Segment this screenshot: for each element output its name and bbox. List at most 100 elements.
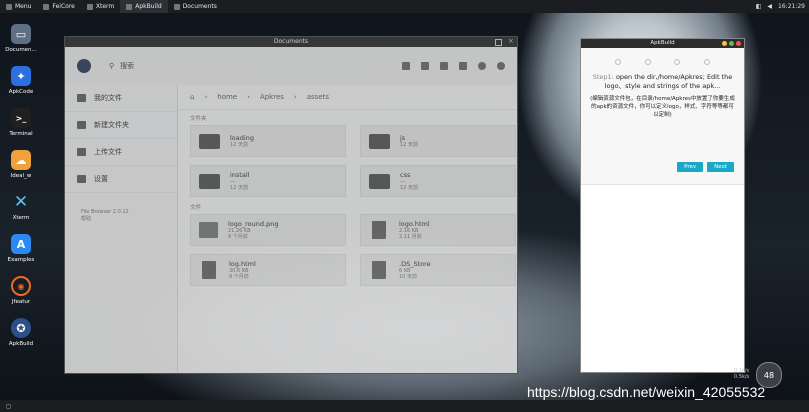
next-button[interactable]: Next bbox=[707, 162, 734, 172]
menu-button[interactable]: Menu bbox=[0, 0, 37, 13]
file-card[interactable]: logo_round.png 21.26 KB 9 个月前 bbox=[190, 214, 346, 246]
minimize-icon[interactable] bbox=[722, 41, 727, 46]
download-icon[interactable] bbox=[440, 62, 448, 70]
close-icon[interactable]: × bbox=[508, 38, 514, 45]
view-icon[interactable] bbox=[421, 62, 429, 70]
desktop-app[interactable]: A Examples bbox=[4, 234, 38, 263]
file-card[interactable]: .DS_Store 6 KB 10 天前 bbox=[360, 254, 516, 286]
desktop-app[interactable]: ✦ ApkCode bbox=[4, 66, 38, 95]
select-icon[interactable] bbox=[497, 62, 505, 70]
apkbuild-titlebar[interactable]: ApkBuild bbox=[581, 39, 744, 48]
maximize-icon[interactable] bbox=[495, 39, 502, 46]
folder-grid: loading 12 天前 js 12 天前 install —12 天前 css —1… bbox=[178, 122, 517, 197]
sidebar-item-settings[interactable]: 设置 bbox=[65, 166, 177, 193]
desktop-app-label: Terminal bbox=[9, 131, 33, 137]
new-folder-icon bbox=[77, 121, 86, 129]
apkcode-icon: ✦ bbox=[11, 66, 31, 86]
files-heading: 文件 bbox=[190, 205, 202, 211]
file-listing: ⌂ › home › Apkres › assets 文件夹 loading 12 天前… bbox=[178, 85, 517, 373]
show-desktop-icon[interactable]: ◻ bbox=[0, 403, 11, 410]
desktop-app-label: Documen... bbox=[5, 47, 37, 53]
item-time: 10 天前 bbox=[399, 274, 417, 280]
sidebar-item-label: 我的文件 bbox=[94, 94, 122, 102]
sidebar-meta: File Browser 2.0.12 帮助 bbox=[65, 193, 177, 223]
desktop-app[interactable]: ☁ Ideal_w bbox=[4, 150, 38, 179]
desktop-app[interactable]: ◉ Jfeatur bbox=[4, 276, 38, 305]
item-name: js bbox=[400, 134, 406, 142]
sidebar-item-new-folder[interactable]: 新建文件夹 bbox=[65, 112, 177, 139]
help-link[interactable]: 帮助 bbox=[81, 216, 177, 223]
window-title: ApkBuild bbox=[650, 40, 675, 46]
desktop-app[interactable]: >_ Terminal bbox=[4, 108, 38, 137]
task-xterm[interactable]: Xterm bbox=[81, 0, 120, 13]
clock[interactable]: 16:21:29 bbox=[778, 3, 805, 10]
folders-heading: 文件夹 bbox=[190, 116, 207, 122]
close-icon[interactable] bbox=[736, 41, 741, 46]
x-icon: ✕ bbox=[13, 192, 29, 212]
apkbuild-window: ApkBuild Step1: open the dir,/home/Apkre… bbox=[580, 38, 745, 373]
bottom-panel: ◻ bbox=[0, 400, 809, 412]
version-text: File Browser 2.0.12 bbox=[81, 209, 129, 215]
step-label: Step1: bbox=[592, 73, 614, 81]
folder-card[interactable]: css —12 天前 bbox=[360, 165, 516, 197]
task-label: ApkBuild bbox=[135, 3, 162, 10]
documents-titlebar[interactable]: Documents × bbox=[65, 37, 517, 47]
task-documents[interactable]: Documents bbox=[168, 0, 223, 13]
breadcrumb: ⌂ › home › Apkres › assets bbox=[178, 85, 517, 110]
breadcrumb-item[interactable]: assets bbox=[307, 93, 329, 101]
task-apkbuild[interactable]: ApkBuild bbox=[120, 0, 168, 13]
window-controls bbox=[722, 41, 741, 46]
toolbar-actions bbox=[402, 62, 505, 70]
folder-icon bbox=[369, 133, 390, 149]
sidebar-item-label: 新建文件夹 bbox=[94, 121, 129, 129]
network-icon[interactable]: ◧ bbox=[756, 3, 762, 10]
app-icon bbox=[43, 3, 50, 10]
file-grid: logo_round.png 21.26 KB 9 个月前 logo.html 2.1… bbox=[178, 211, 517, 286]
desktop-app[interactable]: ✕ Xterm bbox=[4, 192, 38, 221]
desktop-app-label: Ideal_w bbox=[10, 173, 32, 179]
prev-button[interactable]: Prev bbox=[677, 162, 704, 172]
maximize-icon[interactable] bbox=[729, 41, 734, 46]
upload-icon[interactable] bbox=[459, 62, 467, 70]
desktop-app[interactable]: ✪ ApkBuild bbox=[4, 318, 38, 347]
task-feicore[interactable]: FeiCore bbox=[37, 0, 80, 13]
folder-icon bbox=[199, 133, 220, 149]
step-indicator bbox=[581, 48, 744, 65]
breadcrumb-item[interactable]: home bbox=[217, 93, 237, 101]
search-input[interactable]: ⚲ 搜索 bbox=[109, 61, 399, 71]
desktop-app[interactable]: ▭ Documen... bbox=[4, 24, 38, 53]
item-name: .DS_Store bbox=[399, 260, 431, 268]
sidebar-item-my-files[interactable]: 我的文件 bbox=[65, 85, 177, 112]
step-text-zh: (编辑资源文件包，在目录/home/Apkres中放置了你要生成的apk的资源文… bbox=[590, 96, 735, 118]
sidebar-item-upload[interactable]: 上传文件 bbox=[65, 139, 177, 166]
folder-card[interactable]: loading 12 天前 bbox=[190, 125, 346, 157]
item-name: loading bbox=[230, 134, 254, 142]
item-name: logo_round.png bbox=[228, 220, 279, 228]
desktop-app-label: Jfeatur bbox=[11, 299, 31, 305]
folder-card[interactable]: js 12 天前 bbox=[360, 125, 516, 157]
document-icon bbox=[372, 261, 386, 279]
search-icon: ⚲ bbox=[109, 62, 115, 70]
file-card[interactable]: log.html 30.6 KB 9 个月前 bbox=[190, 254, 346, 286]
item-time: 9 个月前 bbox=[229, 274, 249, 280]
app-icon bbox=[173, 3, 180, 10]
settings-icon bbox=[77, 175, 86, 183]
step-dot bbox=[644, 59, 651, 65]
home-icon[interactable]: ⌂ bbox=[190, 93, 194, 101]
folder-icon bbox=[369, 173, 390, 189]
documents-window: Documents × ⚲ 搜索 我的文件 新建文件夹 上传文件 设置 File … bbox=[64, 36, 518, 374]
code-icon[interactable] bbox=[402, 62, 410, 70]
ideal-icon: ☁ bbox=[11, 150, 31, 170]
desktop-app-label: ApkCode bbox=[8, 89, 34, 95]
info-icon[interactable] bbox=[478, 62, 486, 70]
folder-card[interactable]: install —12 天前 bbox=[190, 165, 346, 197]
step-description: Step1: open the dir,/home/Apkres; Edit t… bbox=[581, 65, 744, 91]
item-time: 9 个月前 bbox=[228, 234, 248, 240]
chevron-right-icon: › bbox=[204, 93, 208, 101]
breadcrumb-item[interactable]: Apkres bbox=[260, 93, 284, 101]
desktop-app-label: Xterm bbox=[12, 215, 30, 221]
file-card[interactable]: logo.html 2.16 KB 2.11 月前 bbox=[360, 214, 516, 246]
volume-icon[interactable]: ◀ bbox=[767, 3, 772, 10]
appstore-icon: A bbox=[11, 234, 31, 254]
feature-icon: ◉ bbox=[11, 276, 31, 296]
